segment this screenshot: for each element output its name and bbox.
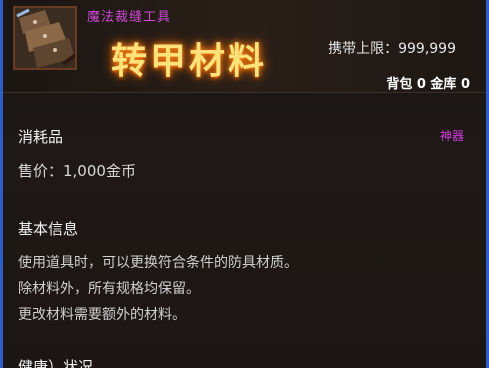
health-status-heading: 健康）状况 <box>18 358 94 368</box>
description-line: 使用道具时，可以更换符合条件的防具材质。 <box>18 255 298 271</box>
sell-price: 售价：1,000金币 <box>18 162 136 180</box>
item-tooltip: 魔法裁缝工具 转甲材料 携带上限：999,999 背包 0 金库 0 消耗品 神… <box>0 0 489 368</box>
item-category: 魔法裁缝工具 <box>87 10 172 25</box>
item-name: 转甲材料 <box>111 41 268 82</box>
item-type: 消耗品 <box>18 128 64 146</box>
tool-bundle-icon <box>13 6 77 70</box>
inventory-counts: 背包 0 金库 0 <box>386 77 470 92</box>
description-line: 除材料外，所有规格均保留。 <box>18 281 200 297</box>
header-divider <box>3 92 486 93</box>
carry-limit: 携带上限：999,999 <box>328 41 456 57</box>
description-line: 更改材料需要额外的材料。 <box>18 307 186 323</box>
basic-info-heading: 基本信息 <box>18 220 79 238</box>
tooltip-header: 魔法裁缝工具 转甲材料 携带上限：999,999 背包 0 金库 0 <box>3 0 486 92</box>
rarity-badge: 神器 <box>439 129 464 143</box>
